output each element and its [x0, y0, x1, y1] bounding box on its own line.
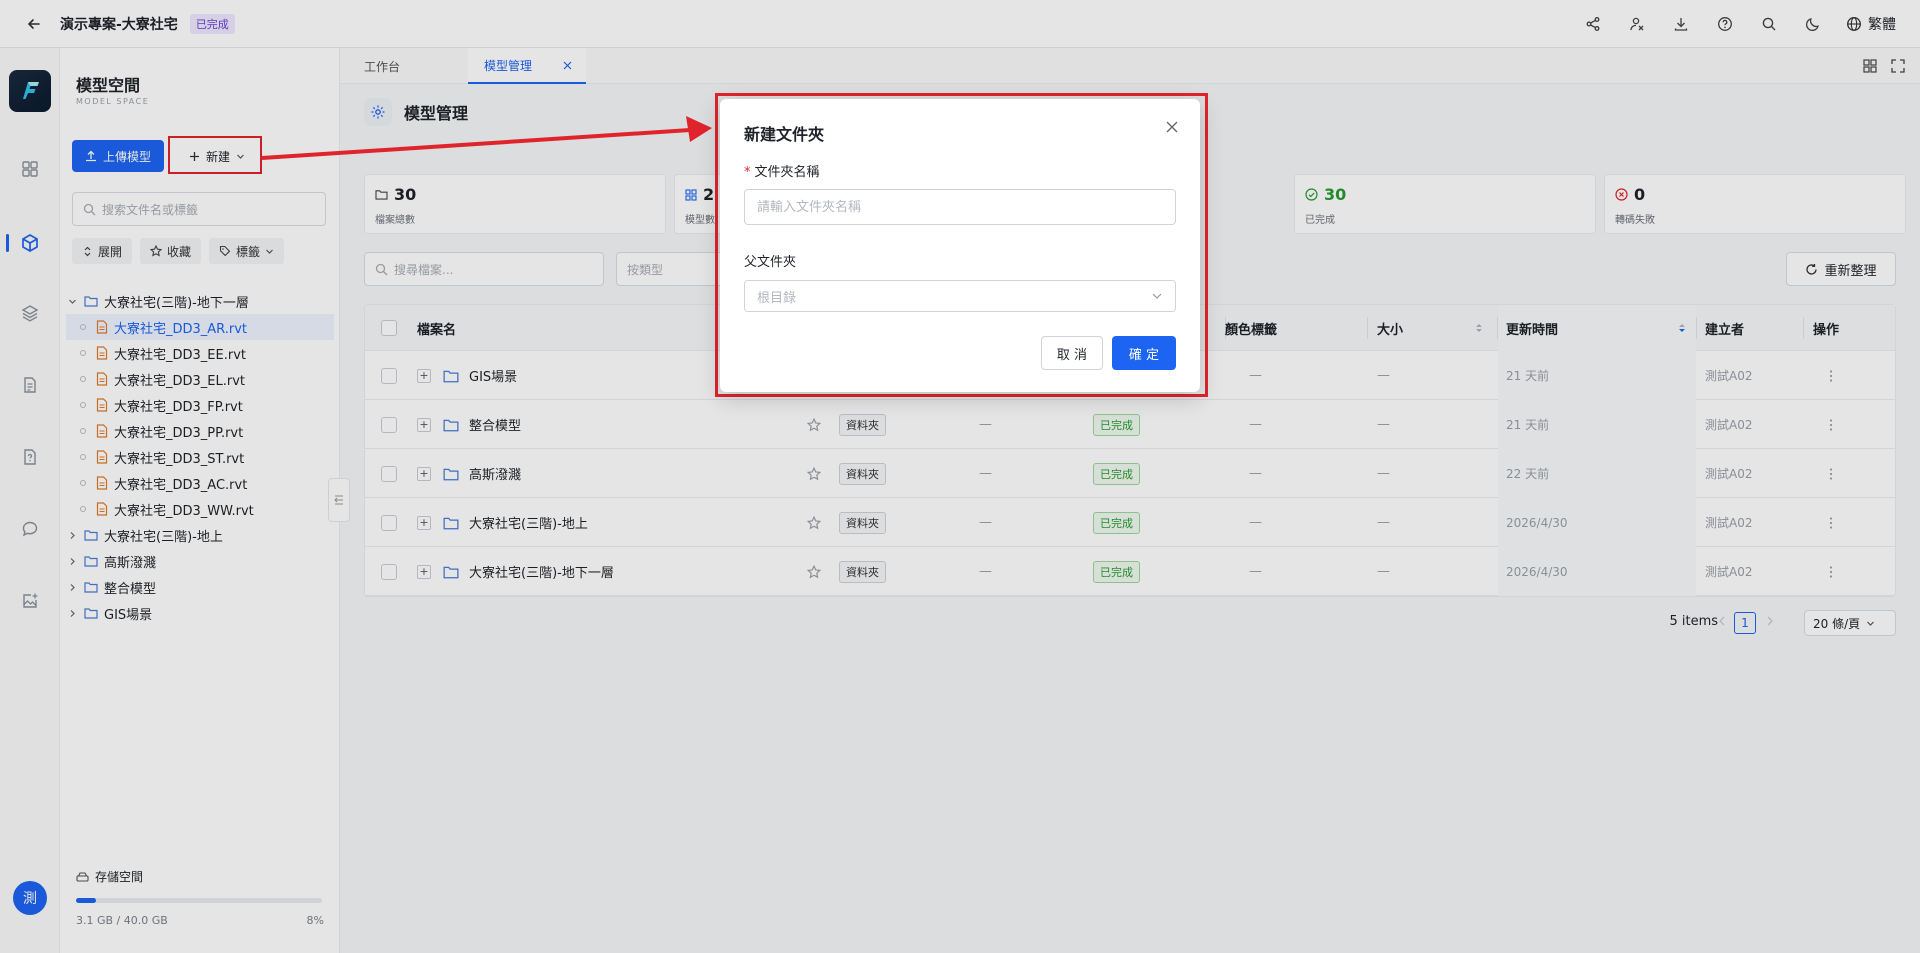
close-icon[interactable]: [1164, 119, 1182, 137]
required-marker: *: [744, 165, 751, 180]
cancel-button[interactable]: 取 消: [1041, 336, 1103, 370]
parent-folder-select[interactable]: 根目錄: [744, 280, 1176, 312]
folder-name-input[interactable]: [744, 189, 1176, 225]
dialog-title: 新建文件夾: [744, 125, 825, 144]
folder-name-label-text: 文件夾名稱: [754, 165, 820, 180]
confirm-button[interactable]: 確 定: [1112, 336, 1176, 370]
new-folder-dialog: 新建文件夾 *文件夾名稱 父文件夾 根目錄 取 消 確 定: [720, 99, 1200, 392]
parent-folder-value: 根目錄: [757, 290, 797, 306]
parent-folder-label: 父文件夾: [744, 255, 797, 270]
chevron-down-icon: [1151, 290, 1163, 302]
folder-name-label: * 文件夾名稱: [744, 161, 820, 180]
